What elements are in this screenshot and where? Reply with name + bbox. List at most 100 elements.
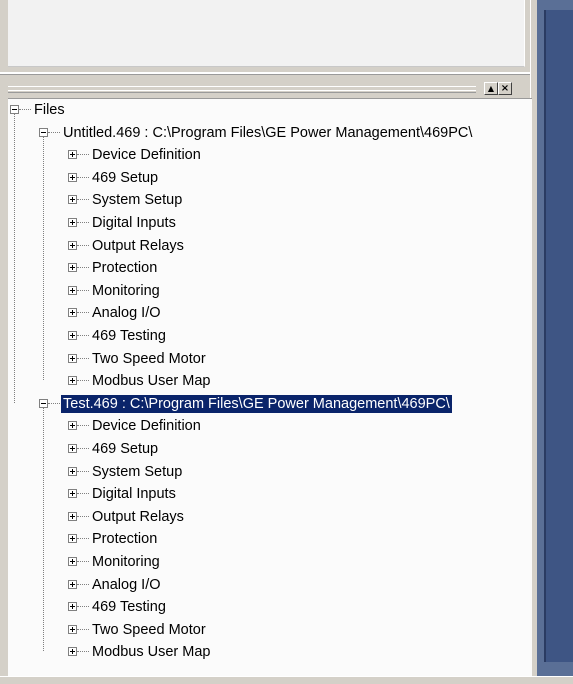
tree-item-digital-inputs-label: Digital Inputs — [92, 486, 176, 503]
tree-connector — [43, 407, 44, 652]
panel-title-bar: ▲ × — [8, 82, 530, 96]
tree-item-analog-i-o[interactable]: Analog I/O — [90, 302, 163, 324]
workspace-panel — [544, 10, 573, 662]
tree-connector — [77, 470, 89, 472]
expand-icon[interactable] — [68, 150, 77, 160]
tree-item-digital-inputs[interactable]: Digital Inputs — [90, 212, 178, 234]
tree-connector — [77, 176, 89, 178]
expand-icon[interactable] — [68, 331, 77, 340]
expand-icon[interactable] — [68, 308, 77, 318]
tree-device-2-label: Test.469 : C:\Program Files\GE Power Man… — [61, 394, 452, 413]
tree-device-1[interactable]: Untitled.469 : C:\Program Files\GE Power… — [61, 122, 474, 144]
expand-icon[interactable] — [68, 195, 77, 205]
tree-item-two-speed-motor-label: Two Speed Motor — [92, 621, 206, 638]
tree-item-output-relays[interactable]: Output Relays — [90, 506, 186, 528]
expand-icon[interactable] — [68, 263, 77, 273]
tree-device-2[interactable]: Test.469 : C:\Program Files\GE Power Man… — [61, 393, 452, 415]
tree-item-analog-i-o[interactable]: Analog I/O — [90, 574, 163, 596]
tree-connector — [77, 651, 89, 653]
tree-connector — [77, 289, 89, 291]
expand-icon[interactable] — [68, 444, 77, 453]
tree-item-protection-label: Protection — [92, 531, 158, 548]
upper-pane — [8, 0, 525, 67]
tree-item-469-setup[interactable]: 469 Setup — [90, 167, 160, 189]
restore-button[interactable]: ▲ — [484, 82, 498, 95]
tree-item-digital-inputs[interactable]: Digital Inputs — [90, 483, 178, 505]
collapse-icon[interactable] — [39, 127, 48, 137]
tree-connector — [43, 136, 44, 381]
tree-item-monitoring-label: Monitoring — [92, 554, 160, 570]
tree-item-system-setup[interactable]: System Setup — [90, 461, 184, 483]
tree-item-analog-i-o-label: Analog I/O — [92, 576, 161, 593]
panel-grip-line — [8, 90, 476, 91]
collapse-icon[interactable] — [10, 105, 19, 114]
tree-connector — [77, 267, 89, 269]
tree-connector — [77, 448, 89, 449]
tree-item-device-definition-label: Device Definition — [92, 147, 201, 164]
expand-icon[interactable] — [68, 647, 77, 657]
tree-item-469-setup[interactable]: 469 Setup — [90, 438, 160, 460]
tree-item-469-testing[interactable]: 469 Testing — [90, 596, 168, 618]
tree-connector — [77, 244, 89, 246]
tree-root-files[interactable]: Files — [32, 99, 67, 121]
tree-connector — [48, 402, 60, 404]
tree-item-two-speed-motor-label: Two Speed Motor — [92, 350, 206, 367]
tree-connector — [77, 357, 89, 359]
tree-item-protection-label: Protection — [92, 260, 158, 277]
expand-icon[interactable] — [68, 218, 77, 227]
tree-item-protection[interactable]: Protection — [90, 528, 159, 550]
tree-item-output-relays[interactable]: Output Relays — [90, 235, 186, 257]
tree-root-files-label: Files — [34, 102, 65, 118]
close-icon: × — [500, 83, 510, 94]
expand-icon[interactable] — [68, 466, 77, 476]
triangle-up-icon: ▲ — [487, 84, 495, 93]
expand-icon[interactable] — [68, 511, 77, 521]
tree-connector — [77, 154, 89, 156]
expand-icon[interactable] — [68, 557, 77, 566]
tree-connector — [48, 131, 60, 133]
expand-icon[interactable] — [68, 285, 77, 295]
tree-item-output-relays-label: Output Relays — [92, 237, 184, 254]
tree-item-system-setup[interactable]: System Setup — [90, 189, 184, 211]
tree-connector — [77, 312, 89, 314]
tree-item-modbus-user-map-label: Modbus User Map — [92, 644, 211, 661]
tree-item-two-speed-motor[interactable]: Two Speed Motor — [90, 348, 208, 370]
collapse-icon[interactable] — [39, 398, 48, 408]
tree-item-system-setup-label: System Setup — [92, 192, 183, 209]
tree-item-modbus-user-map[interactable]: Modbus User Map — [90, 370, 212, 392]
tree-item-digital-inputs-label: Digital Inputs — [92, 215, 176, 231]
close-button[interactable]: × — [498, 82, 512, 95]
tree-item-469-setup-label: 469 Setup — [92, 441, 159, 457]
tree-connector — [77, 380, 89, 382]
tree-connector — [77, 561, 89, 562]
expand-icon[interactable] — [68, 172, 77, 182]
tree-item-device-definition[interactable]: Device Definition — [90, 415, 203, 437]
expand-icon[interactable] — [68, 376, 77, 386]
tree-connector — [77, 199, 89, 201]
expand-icon[interactable] — [68, 421, 77, 431]
file-tree: Files Untitled.469 : C:\Program Files\GE … — [8, 98, 532, 676]
tree-connector — [77, 515, 89, 517]
expand-icon[interactable] — [68, 534, 77, 544]
tree-connector — [77, 583, 89, 585]
tree-item-monitoring[interactable]: Monitoring — [90, 280, 162, 302]
expand-icon[interactable] — [68, 489, 77, 499]
tree-item-469-testing-label: 469 Testing — [92, 599, 166, 616]
expand-icon[interactable] — [68, 353, 77, 363]
tree-item-protection[interactable]: Protection — [90, 257, 159, 279]
tree-item-device-definition[interactable]: Device Definition — [90, 144, 203, 166]
tree-connector — [77, 425, 89, 427]
tree-item-modbus-user-map[interactable]: Modbus User Map — [90, 641, 212, 663]
tree-connector — [77, 628, 89, 630]
tree-item-469-testing[interactable]: 469 Testing — [90, 325, 168, 347]
tree-device-1-label: Untitled.469 : C:\Program Files\GE Power… — [63, 124, 473, 141]
tree-item-469-setup-label: 469 Setup — [92, 169, 159, 186]
expand-icon[interactable] — [68, 240, 77, 250]
tree-item-monitoring[interactable]: Monitoring — [90, 551, 162, 573]
tree-item-output-relays-label: Output Relays — [92, 508, 184, 525]
expand-icon[interactable] — [68, 624, 77, 634]
expand-icon[interactable] — [68, 602, 77, 612]
expand-icon[interactable] — [68, 579, 77, 589]
tree-item-two-speed-motor[interactable]: Two Speed Motor — [90, 619, 208, 641]
tree-connector — [77, 493, 89, 495]
